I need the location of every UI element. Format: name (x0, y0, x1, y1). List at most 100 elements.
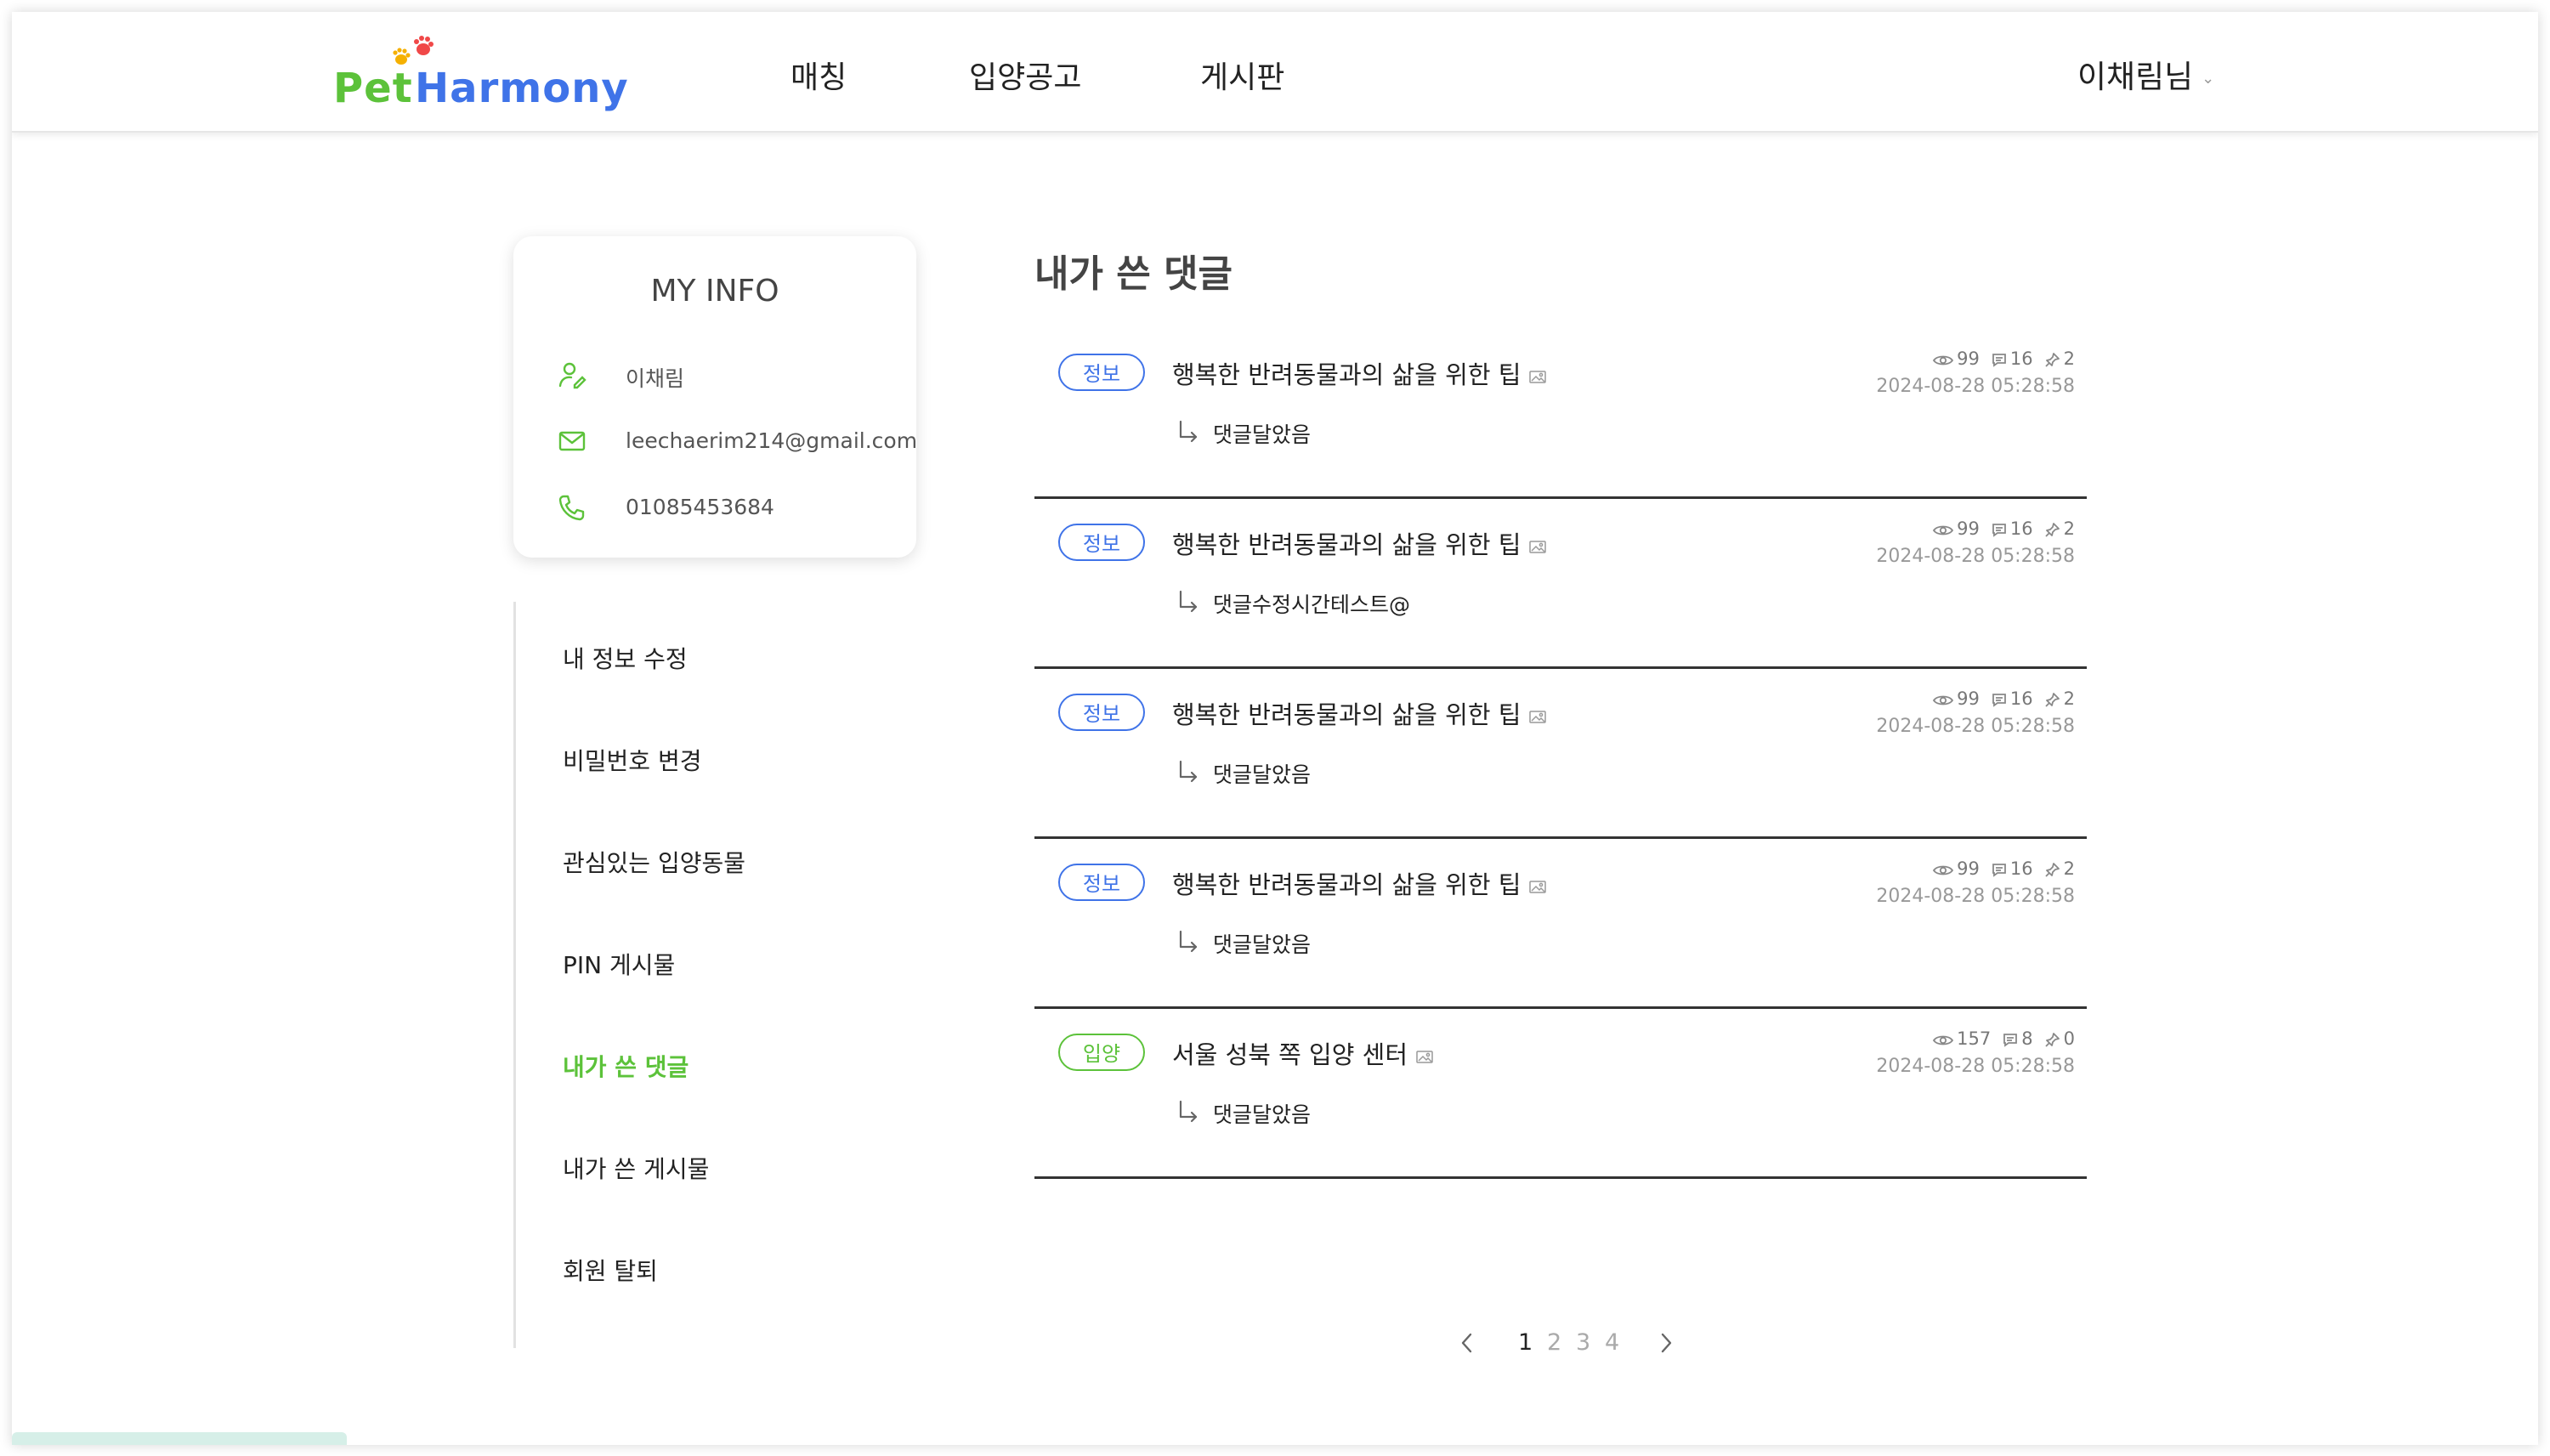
comments-stat: 16 (1992, 348, 2033, 369)
status-tab (12, 1432, 347, 1445)
reply-text: 댓글수정시간테스트@ (1177, 588, 1410, 619)
category-badge: 정보 (1058, 694, 1145, 731)
post-title-text: 행복한 반려동물과의 삶을 위한 팁 (1172, 870, 1522, 899)
comments-count: 16 (2009, 348, 2033, 369)
eye-icon (1933, 1035, 1954, 1045)
eye-icon (1933, 695, 1954, 705)
reply-content: 댓글수정시간테스트@ (1213, 592, 1411, 617)
post-title[interactable]: 서울 성북 쪽 입양 센터 (1172, 1035, 1433, 1071)
views-count: 99 (1957, 348, 1980, 369)
pins-count: 2 (2063, 348, 2075, 369)
page-1[interactable]: 1 (1518, 1329, 1533, 1356)
post-title[interactable]: 행복한 반려동물과의 삶을 위한 팁 (1172, 525, 1547, 561)
comments-stat: 16 (1992, 518, 2033, 539)
post-date: 2024-08-28 05:28:58 (1876, 376, 2075, 397)
pin-icon (2044, 1033, 2060, 1047)
chevron-right-icon[interactable] (1656, 1331, 1676, 1355)
pins-count: 2 (2063, 858, 2075, 879)
comments-count: 8 (2021, 1028, 2033, 1049)
post-title-text: 행복한 반려동물과의 삶을 위한 팁 (1172, 700, 1522, 729)
reply-content: 댓글달았음 (1213, 762, 1312, 787)
comments-stat: 8 (2003, 1028, 2033, 1049)
my-info-card: MY INFO 이채림 leechaerim214@gmail.com 0108… (513, 236, 917, 558)
side-item-my-posts[interactable]: 내가 쓴 게시물 (563, 1151, 709, 1185)
comment-icon (1992, 864, 2006, 877)
pins-stat: 0 (2044, 1028, 2075, 1049)
reply-text: 댓글달았음 (1177, 418, 1311, 449)
my-info-title: MY INFO (650, 274, 779, 309)
page-title: 내가 쓴 댓글 (1034, 252, 1233, 296)
post-title-text: 서울 성북 쪽 입양 센터 (1172, 1040, 1408, 1069)
comments-count: 16 (2009, 688, 2033, 709)
pet-harmony-logo[interactable]: Pet Harmony (333, 31, 628, 116)
reply-arrow-icon (1179, 1100, 1198, 1123)
image-icon (1416, 1050, 1433, 1063)
post-stats: 99 16 2 (1921, 518, 2075, 539)
nav-adoption-notice[interactable]: 입양공고 (969, 53, 1081, 97)
pins-count: 2 (2063, 518, 2075, 539)
post-title[interactable]: 행복한 반려동물과의 삶을 위한 팁 (1172, 355, 1547, 391)
pins-stat: 2 (2044, 688, 2075, 709)
post-date: 2024-08-28 05:28:58 (1876, 716, 2075, 737)
logo-text-harmony: Harmony (415, 65, 629, 112)
image-icon (1529, 880, 1547, 893)
reply-text: 댓글달았음 (1177, 1098, 1311, 1129)
comments-count: 16 (2009, 518, 2033, 539)
side-item-pin-posts[interactable]: PIN 게시물 (563, 947, 675, 981)
category-badge: 정보 (1058, 524, 1145, 561)
page-4[interactable]: 4 (1605, 1329, 1619, 1356)
reply-content: 댓글달았음 (1213, 422, 1312, 447)
pins-stat: 2 (2044, 348, 2075, 369)
pins-count: 2 (2063, 688, 2075, 709)
chevron-down-icon: ⌄ (2202, 70, 2215, 88)
user-menu[interactable]: 이채림님 ⌄ (2077, 51, 2214, 97)
comment-row[interactable]: 정보 행복한 반려동물과의 삶을 위한 팁댓글수정시간테스트@ 99 16 2 2024-… (1034, 500, 2087, 669)
page-2[interactable]: 2 (1547, 1329, 1561, 1356)
chevron-left-icon[interactable] (1457, 1331, 1477, 1355)
post-stats: 99 16 2 (1921, 858, 2075, 879)
nav-board[interactable]: 게시판 (1200, 53, 1284, 97)
side-item-withdraw[interactable]: 회원 탈퇴 (563, 1253, 658, 1287)
side-menu-divider (513, 602, 516, 1348)
nav-matching[interactable]: 매칭 (790, 53, 847, 97)
page-3[interactable]: 3 (1576, 1329, 1590, 1356)
comment-row[interactable]: 정보 행복한 반려동물과의 삶을 위한 팁댓글달았음 99 16 2 2024-08-28… (1034, 670, 2087, 839)
post-title-text: 행복한 반려동물과의 삶을 위한 팁 (1172, 360, 1522, 389)
post-date: 2024-08-28 05:28:58 (1876, 546, 2075, 567)
side-item-edit-info[interactable]: 내 정보 수정 (563, 641, 688, 675)
comment-icon (1992, 524, 2006, 537)
side-item-favorite-animals[interactable]: 관심있는 입양동물 (563, 845, 745, 879)
comment-icon (2003, 1034, 2018, 1047)
side-item-change-password[interactable]: 비밀번호 변경 (563, 743, 701, 777)
image-icon (1529, 370, 1547, 383)
views-count: 99 (1957, 858, 1980, 879)
reply-arrow-icon (1179, 760, 1198, 783)
info-phone: 01085453684 (626, 495, 774, 519)
eye-icon (1933, 355, 1954, 365)
post-stats: 99 16 2 (1921, 348, 2075, 369)
post-stats: 99 16 2 (1921, 688, 2075, 709)
user-name: 이채림님 (2077, 59, 2194, 95)
side-item-my-comments[interactable]: 내가 쓴 댓글 (563, 1049, 688, 1083)
views-count: 99 (1957, 518, 1980, 539)
reply-arrow-icon (1179, 590, 1198, 613)
comments-stat: 16 (1992, 688, 2033, 709)
phone-icon (558, 495, 585, 521)
views-stat: 99 (1933, 688, 1980, 709)
comments-count: 16 (2009, 858, 2033, 879)
pin-icon (2044, 353, 2060, 367)
comment-row[interactable]: 정보 행복한 반려동물과의 삶을 위한 팁 댓글달았음 99 16 2 2024-08-28… (1034, 840, 2087, 1009)
views-stat: 99 (1933, 518, 1980, 539)
reply-arrow-icon (1179, 930, 1198, 953)
post-date: 2024-08-28 05:28:58 (1876, 886, 2075, 907)
comment-row[interactable]: 정보 행복한 반려동물과의 삶을 위한 팁댓글달았음 99 16 2 2024-08-28… (1034, 330, 2087, 499)
category-badge: 정보 (1058, 354, 1145, 391)
category-badge: 정보 (1058, 864, 1145, 901)
eye-icon (1933, 525, 1954, 535)
views-stat: 157 (1933, 1028, 1991, 1049)
post-title[interactable]: 행복한 반려동물과의 삶을 위한 팁 (1172, 865, 1547, 901)
comment-row[interactable]: 입양 서울 성북 쪽 입양 센터 댓글달았음 157 8 0 2024-08-28 05:2… (1034, 1010, 2087, 1179)
pin-icon (2044, 693, 2060, 707)
post-title[interactable]: 행복한 반려동물과의 삶을 위한 팁 (1172, 695, 1547, 731)
views-stat: 99 (1933, 858, 1980, 879)
